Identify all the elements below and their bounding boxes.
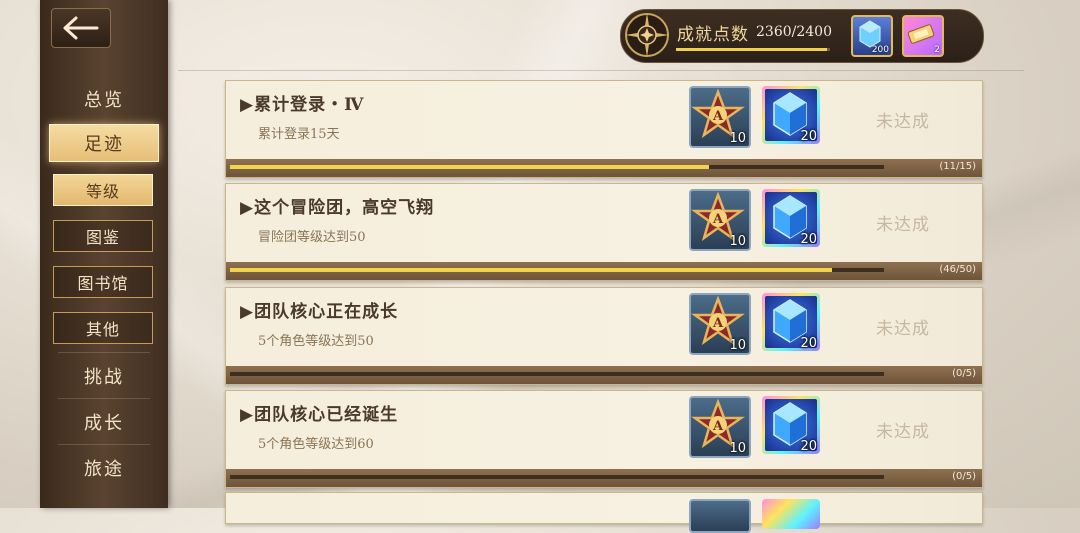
achievement-progress-strip: (46/50) (226, 262, 982, 280)
svg-text:A: A (712, 109, 724, 124)
reward-count: 20 (800, 232, 817, 247)
achievement-description: 5个角色等级达到60 (258, 437, 374, 452)
reward-crystal (762, 499, 820, 529)
nav-item-footprint[interactable]: 足迹 (49, 124, 159, 162)
reward-crystal[interactable]: 20 (762, 189, 820, 247)
back-arrow-icon (63, 16, 99, 40)
sub-item-level[interactable]: 等级 (53, 174, 153, 206)
achievement-progress-bar (230, 475, 884, 479)
svg-text:A: A (712, 316, 724, 331)
reward-count: 20 (800, 129, 817, 144)
sub-item-codex[interactable]: 图鉴 (53, 220, 153, 252)
reward-count: 10 (729, 131, 746, 146)
points-value: 2360/2400 (756, 24, 832, 40)
svg-text:A: A (712, 419, 724, 434)
achievement-description: 5个角色等级达到50 (258, 334, 374, 349)
nav-divider (58, 398, 150, 399)
reward-crystal[interactable]: 20 (762, 86, 820, 144)
achievement-progress-text: (0/5) (952, 368, 976, 379)
achievement-progress-strip: (0/5) (226, 366, 982, 384)
nav-divider (58, 444, 150, 445)
achievement-card[interactable]: ▶这个冒险团，高空飞翔 冒险团等级达到50 A 10 20 未达成 (46/50… (225, 183, 983, 281)
nav-divider (58, 352, 150, 353)
achievement-card[interactable]: ▶团队核心正在成长 5个角色等级达到50 A 10 20 未达成 (0/5) (225, 287, 983, 385)
points-progress-bar (676, 48, 830, 51)
achievement-status: 未达成 (876, 112, 930, 132)
achievement-title: ▶这个冒险团，高空飞翔 (240, 198, 435, 218)
achievement-description: 累计登录15天 (258, 127, 340, 142)
reward-crystal[interactable]: 20 (762, 396, 820, 454)
reward-count: 20 (800, 336, 817, 351)
reward-count: 10 (729, 234, 746, 249)
points-progress-fill (676, 48, 828, 51)
achievement-title: ▶累计登录・Ⅳ (240, 95, 365, 115)
achievement-progress-text: (46/50) (939, 264, 976, 275)
achievement-status: 未达成 (876, 319, 930, 339)
ticket-icon (907, 24, 935, 44)
reward-badge[interactable]: A 10 (689, 293, 751, 355)
header-divider (178, 70, 1024, 71)
achievement-status: 未达成 (876, 215, 930, 235)
nav-item-overview[interactable]: 总览 (40, 86, 168, 112)
achievement-progress-strip: (11/15) (226, 159, 982, 177)
svg-text:A: A (712, 212, 724, 227)
achievement-status: 未达成 (876, 422, 930, 442)
achievement-description: 冒险团等级达到50 (258, 230, 366, 245)
reward-badge[interactable]: A 10 (689, 396, 751, 458)
reward-count: 10 (729, 338, 746, 353)
points-label: 成就点数 (677, 25, 749, 45)
achievement-progress-fill (230, 165, 710, 169)
reward-crystal[interactable]: 20 (762, 293, 820, 351)
reward-badge[interactable]: A 10 (689, 86, 751, 148)
sub-item-other[interactable]: 其他 (53, 312, 153, 344)
resource-crystal[interactable]: 200 (851, 15, 893, 57)
achievement-progress-text: (11/15) (939, 161, 976, 172)
resource-count: 2 (934, 45, 940, 55)
resource-count: 200 (871, 45, 889, 55)
reward-badge[interactable]: A 10 (689, 189, 751, 251)
achievement-progress-bar (230, 165, 884, 169)
reward-badge (689, 499, 751, 533)
back-button[interactable] (51, 8, 111, 48)
reward-count: 10 (729, 441, 746, 456)
achievement-title: ▶团队核心已经诞生 (240, 405, 399, 425)
nav-item-growth[interactable]: 成长 (40, 409, 168, 435)
achievement-card[interactable]: ▶累计登录・Ⅳ 累计登录15天 A 10 20 未达成 (11/15) (225, 80, 983, 178)
achievement-progress-bar (230, 372, 884, 376)
reward-count: 20 (800, 439, 817, 454)
achievement-progress-fill (230, 268, 832, 272)
sub-item-library[interactable]: 图书馆 (53, 266, 153, 298)
nav-item-journey[interactable]: 旅途 (40, 455, 168, 481)
achievement-card[interactable]: ▶团队核心已经诞生 5个角色等级达到60 A 10 20 未达成 (0/5) (225, 390, 983, 488)
achievement-progress-strip: (0/5) (226, 469, 982, 487)
resource-ticket[interactable]: 2 (902, 15, 944, 57)
nav-item-challenge[interactable]: 挑战 (40, 363, 168, 389)
achievement-card-partial (225, 492, 983, 533)
compass-emblem-icon (625, 13, 669, 57)
achievement-progress-text: (0/5) (952, 471, 976, 482)
achievement-title: ▶团队核心正在成长 (240, 302, 399, 322)
achievement-progress-bar (230, 268, 884, 272)
